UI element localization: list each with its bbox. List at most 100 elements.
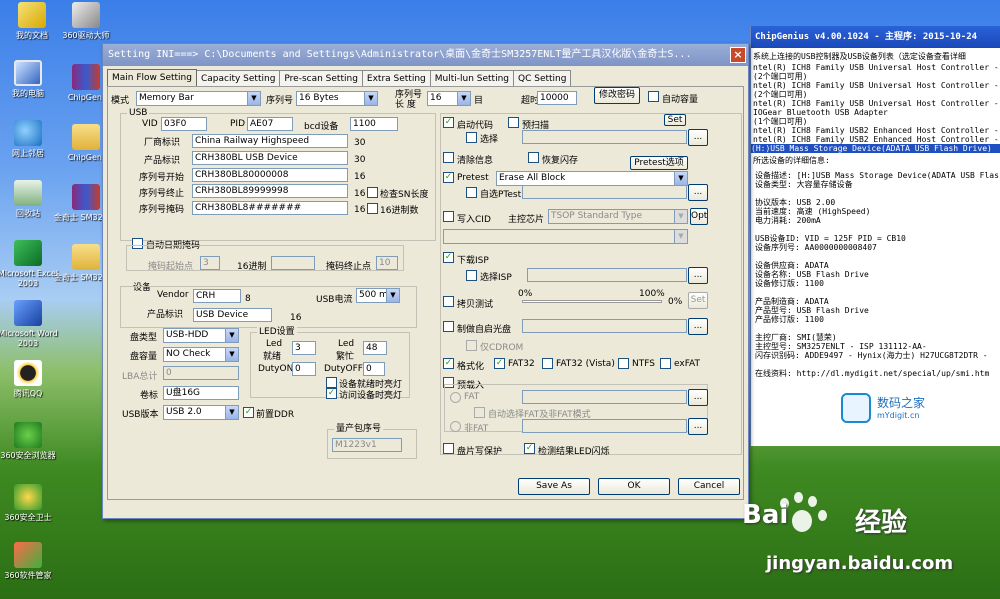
device-list-item-selected[interactable]: (H:)USB Mass Storage Device(ADATA USB Fl… xyxy=(751,144,1000,153)
nonfat-browse-button[interactable]: ... xyxy=(688,418,708,435)
volume-input[interactable]: U盘16G xyxy=(163,386,239,400)
pretest-select[interactable]: Erase All Block ▼ xyxy=(496,171,688,186)
desktop-icon-360-software[interactable]: 360软件管家 xyxy=(0,542,60,581)
tab-extra[interactable]: Extra Setting xyxy=(361,70,431,87)
desktop-icon-360-security[interactable]: 360安全卫士 xyxy=(0,484,60,523)
format-checkbox[interactable]: ✓ xyxy=(443,358,454,369)
disk-write-protect-checkbox[interactable] xyxy=(443,443,454,454)
detail-line-link[interactable]: 在线资料: http://dl.mydigit.net/special/up/s… xyxy=(755,369,989,378)
boot-code-set-button[interactable]: Set xyxy=(664,114,686,126)
sn-mask-input[interactable]: CRH380BL8####### xyxy=(192,201,348,215)
select-isp-checkbox[interactable] xyxy=(466,270,477,281)
copy-test-slider[interactable] xyxy=(522,300,662,303)
cd-browse-button[interactable]: ... xyxy=(688,318,708,335)
desktop-icon-recycle-bin[interactable]: 回收站 xyxy=(0,180,60,219)
copy-test-checkbox[interactable] xyxy=(443,296,454,307)
device-list-item[interactable]: (2个端口可用) xyxy=(753,90,807,99)
change-password-button[interactable]: 修改密码 xyxy=(594,87,640,104)
serial-select[interactable]: 16 Bytes ▼ xyxy=(296,91,378,106)
device-list-item[interactable]: ntel(R) ICH8 Family USB2 Enhanced Host C… xyxy=(753,135,1000,144)
desktop-icon-qq[interactable]: 腾讯QQ xyxy=(0,360,60,399)
close-button[interactable]: × xyxy=(730,47,746,63)
duty-off-input[interactable]: 0 xyxy=(363,362,385,376)
download-isp-checkbox[interactable]: ✓ xyxy=(443,252,454,263)
device-list-item[interactable]: IOGear Bluetooth USB Adapter xyxy=(753,108,888,117)
nonfat-radio[interactable] xyxy=(450,421,461,432)
main-chip-select[interactable]: TSOP Standard Type ▼ xyxy=(548,209,688,224)
boot-code-path-input[interactable] xyxy=(522,130,687,144)
desktop-icon-computer[interactable]: 我的电脑 xyxy=(0,60,60,99)
detect-led-checkbox[interactable]: ✓ xyxy=(524,443,535,454)
bcd-input[interactable]: 1100 xyxy=(350,117,398,131)
device-list-item[interactable]: ntel(R) ICH8 Family USB2 Enhanced Host C… xyxy=(753,126,1000,135)
vid-input[interactable]: 03F0 xyxy=(161,117,207,131)
fat-radio[interactable] xyxy=(450,392,461,403)
product-id-input[interactable]: CRH380BL USB Device xyxy=(192,151,348,165)
cid-select[interactable]: ▼ xyxy=(443,229,688,244)
isp-browse-button[interactable]: ... xyxy=(688,267,708,284)
boot-code-browse-button[interactable]: ... xyxy=(688,129,708,146)
disk-type-select[interactable]: USB-HDD ▼ xyxy=(163,328,239,343)
hex-mask-input[interactable] xyxy=(271,256,315,270)
device-list-item[interactable]: ntel(R) ICH8 Family USB Universal Host C… xyxy=(753,63,1000,72)
cancel-button[interactable]: Cancel xyxy=(678,478,740,495)
tab-prescan[interactable]: Pre-scan Setting xyxy=(279,70,363,87)
pretest-options-button[interactable]: Pretest选项 xyxy=(630,156,688,170)
desktop-icon-network[interactable]: 网上邻居 xyxy=(0,120,60,159)
save-as-button[interactable]: Save As xyxy=(518,478,590,495)
cdrom-only-checkbox[interactable] xyxy=(466,340,477,351)
nonfat-image-path-input[interactable] xyxy=(522,419,687,433)
led-ready-input[interactable]: 3 xyxy=(292,341,316,355)
boot-code-select-checkbox[interactable] xyxy=(466,132,477,143)
ntfs-checkbox[interactable] xyxy=(618,358,629,369)
cd-image-path-input[interactable] xyxy=(522,319,687,333)
serial-len-select[interactable]: 16 ▼ xyxy=(427,91,471,106)
desktop-icon-excel[interactable]: Microsoft Excel 2003 xyxy=(0,240,60,289)
mask-end-input[interactable]: 10 xyxy=(376,256,398,270)
usb-version-select[interactable]: USB 2.0 ▼ xyxy=(163,405,239,420)
ptest-path-input[interactable] xyxy=(522,185,687,199)
make-cd-checkbox[interactable] xyxy=(443,321,454,332)
device-list-item[interactable]: ntel(R) ICH8 Family USB Universal Host C… xyxy=(753,99,1000,108)
lba-input[interactable]: 0 xyxy=(163,366,239,380)
pid-input[interactable]: AE07 xyxy=(247,117,293,131)
write-cid-checkbox[interactable] xyxy=(443,211,454,222)
fat32-checkbox[interactable]: ✓ xyxy=(494,358,505,369)
auto-ptest-checkbox[interactable] xyxy=(466,187,477,198)
disk-capacity-select[interactable]: NO Check ▼ xyxy=(163,347,239,362)
copy-test-set-button[interactable]: Set xyxy=(688,292,708,309)
desktop-icon-word[interactable]: Microsoft Word 2003 xyxy=(0,300,60,349)
prod-version-input[interactable]: M1223v1 xyxy=(332,438,402,452)
fat-image-path-input[interactable] xyxy=(522,390,687,404)
mask-start-input[interactable]: 3 xyxy=(200,256,220,270)
sn-end-input[interactable]: CRH380BL89999998 xyxy=(192,184,348,198)
auto-capacity-checkbox[interactable] xyxy=(648,91,659,102)
opt-button[interactable]: Opt xyxy=(690,208,708,225)
hex-checkbox[interactable] xyxy=(367,203,378,214)
tab-capacity[interactable]: Capacity Setting xyxy=(195,70,281,87)
duty-on-input[interactable]: 0 xyxy=(292,362,316,376)
vendor-id-input[interactable]: China Railway Highspeed xyxy=(192,134,348,148)
device-list-item[interactable]: ntel(R) ICH8 Family USB Universal Host C… xyxy=(753,81,1000,90)
access-light-checkbox[interactable]: ✓ xyxy=(326,388,337,399)
clear-info-checkbox[interactable] xyxy=(443,152,454,163)
timeout-input[interactable]: 10000 xyxy=(537,91,577,105)
ready-light-checkbox[interactable] xyxy=(326,377,337,388)
sn-start-input[interactable]: CRH380BL80000008 xyxy=(192,168,348,182)
check-sn-length-checkbox[interactable] xyxy=(367,187,378,198)
restore-flash-checkbox[interactable] xyxy=(528,152,539,163)
device-list-item[interactable]: (1个端口可用) xyxy=(753,117,807,126)
device-product-input[interactable]: USB Device xyxy=(193,308,272,322)
fat32-vista-checkbox[interactable] xyxy=(542,358,553,369)
boot-code-checkbox[interactable]: ✓ xyxy=(443,117,454,128)
desktop-icon-360-browser[interactable]: 360安全浏览器 xyxy=(0,422,60,461)
device-vendor-input[interactable]: CRH xyxy=(193,289,241,303)
fat-browse-button[interactable]: ... xyxy=(688,389,708,406)
device-list-item[interactable]: (2个端口可用) xyxy=(753,72,807,81)
led-busy-input[interactable]: 48 xyxy=(363,341,387,355)
isp-path-input[interactable] xyxy=(527,268,687,282)
ptest-browse-button[interactable]: ... xyxy=(688,184,708,201)
front-ddr-checkbox[interactable]: ✓ xyxy=(243,407,254,418)
pretest-checkbox[interactable]: ✓ xyxy=(443,172,454,183)
tab-multilun[interactable]: Multi-lun Setting xyxy=(429,70,514,87)
